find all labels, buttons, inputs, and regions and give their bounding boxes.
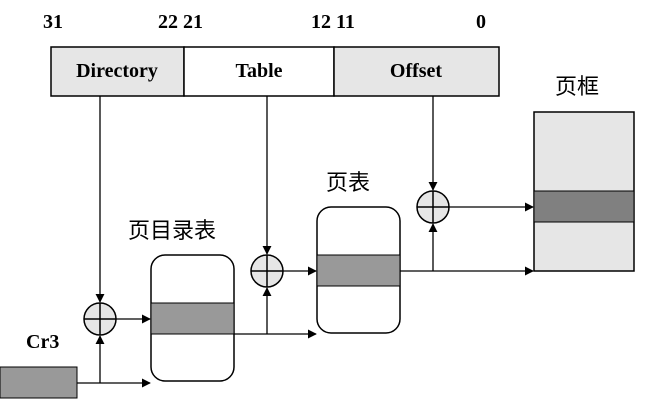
- page-directory-entry: [150, 302, 235, 335]
- offset-label: Offset: [390, 60, 443, 82]
- bit-0-label: 0: [476, 11, 486, 33]
- page-table-title: 页表: [326, 171, 370, 196]
- directory-adder-icon: [83, 302, 117, 336]
- paging-diagram: 31 22 21 12 11 0 Directory Table Offset …: [0, 11, 635, 399]
- page-frame-entry: [533, 190, 635, 223]
- table-adder-icon: [250, 254, 284, 288]
- bit-31-label: 31: [43, 11, 63, 33]
- page-directory-title: 页目录表: [128, 219, 216, 244]
- page-frame-title: 页框: [555, 75, 599, 100]
- offset-adder-icon: [416, 190, 450, 224]
- bit-22-21-label: 22 21: [158, 11, 203, 33]
- page-table-entry: [316, 254, 401, 287]
- table-label: Table: [235, 60, 282, 82]
- cr3-label: Cr3: [26, 331, 59, 353]
- directory-label: Directory: [76, 60, 158, 82]
- cr3-register: [0, 366, 78, 399]
- bit-12-11-label: 12 11: [311, 11, 355, 33]
